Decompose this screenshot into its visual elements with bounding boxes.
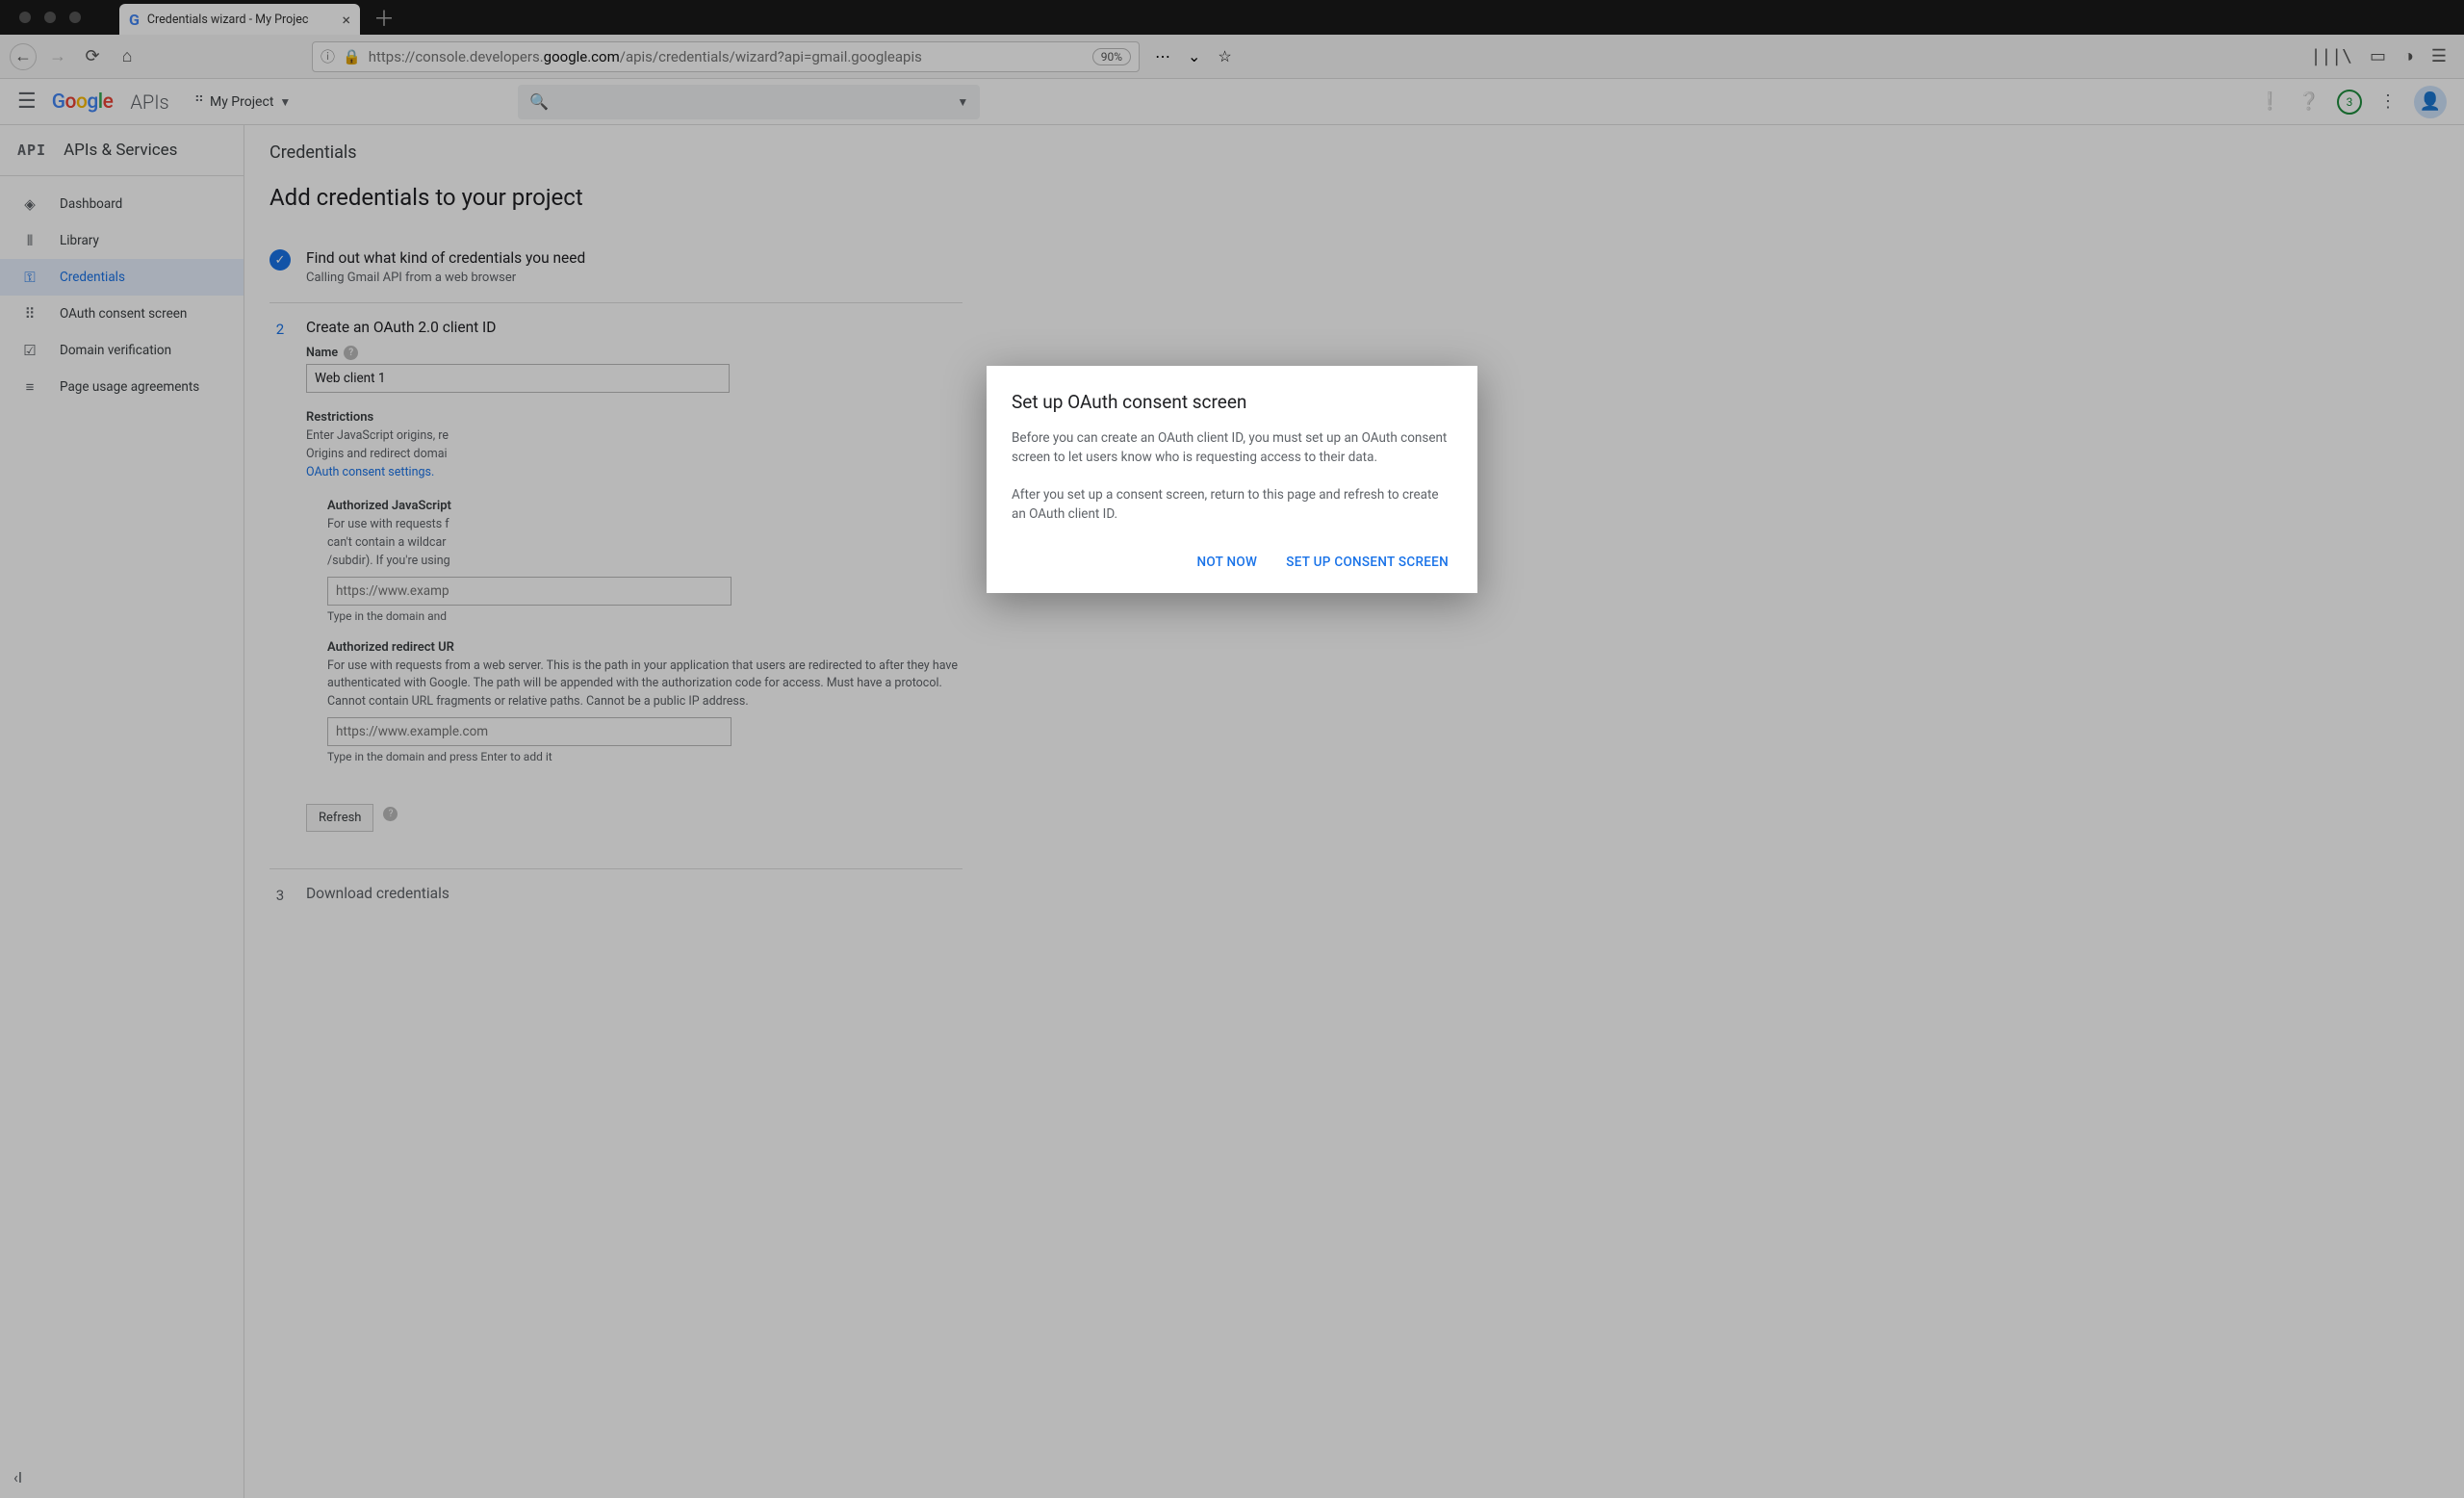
oauth-consent-modal: Set up OAuth consent screen Before you c… <box>987 366 1477 593</box>
modal-title: Set up OAuth consent screen <box>1012 391 1452 413</box>
modal-paragraph-1: Before you can create an OAuth client ID… <box>1012 428 1452 468</box>
not-now-button[interactable]: NOT NOW <box>1194 549 1262 576</box>
modal-paragraph-2: After you set up a consent screen, retur… <box>1012 485 1452 525</box>
set-up-consent-button[interactable]: SET UP CONSENT SCREEN <box>1282 549 1452 576</box>
modal-overlay[interactable] <box>0 0 2464 1498</box>
